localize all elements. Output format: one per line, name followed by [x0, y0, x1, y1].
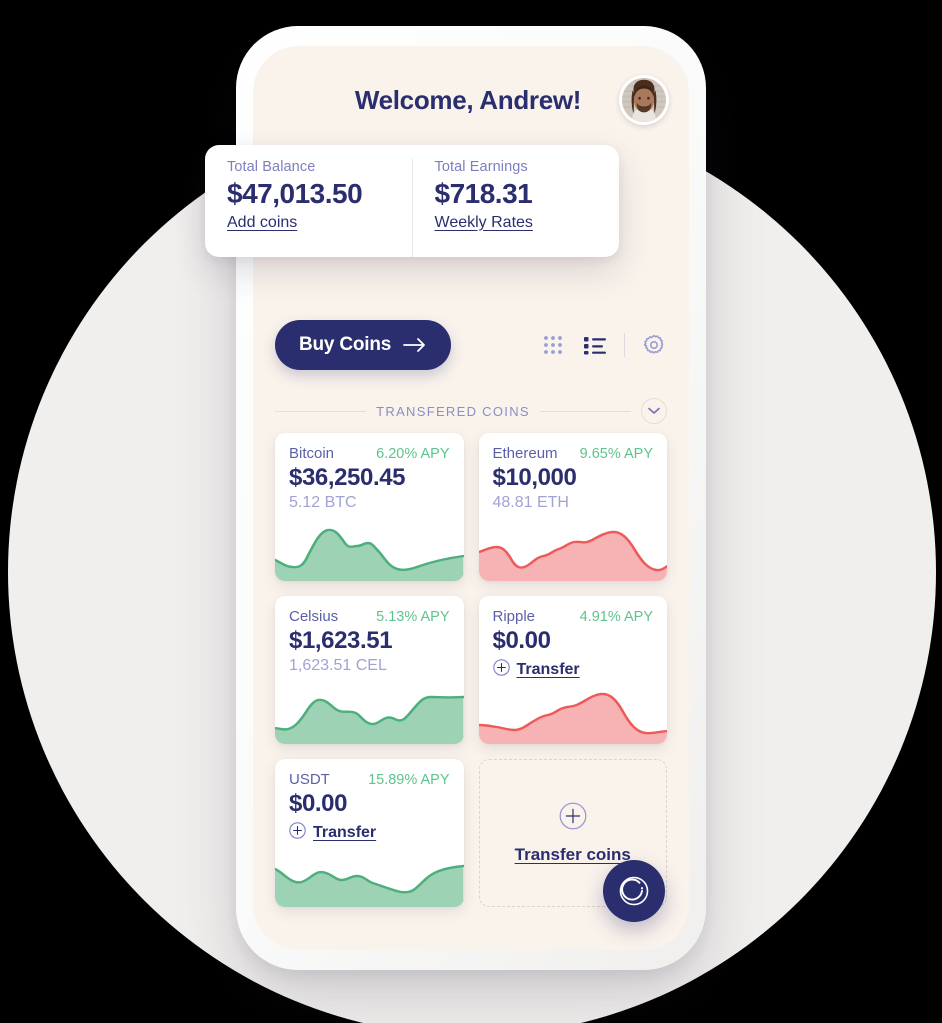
total-balance-column: Total Balance $47,013.50 Add coins: [205, 159, 412, 257]
coin-header: Bitcoin 6.20% APY: [275, 433, 464, 462]
actions-row: Buy Coins: [253, 320, 689, 370]
coin-header: Ripple 4.91% APY: [479, 596, 668, 625]
icon-divider: [624, 333, 625, 357]
coin-apy: 15.89% APY: [368, 772, 450, 788]
grid-view-icon[interactable]: [540, 332, 566, 358]
total-balance-value: $47,013.50: [227, 178, 363, 209]
coin-apy: 5.13% APY: [376, 609, 450, 625]
coin-grid: Bitcoin 6.20% APY $36,250.45 5.12 BTC Et…: [253, 433, 689, 907]
total-earnings-label: Total Earnings: [434, 159, 528, 175]
plus-circle-icon: [289, 822, 306, 844]
coin-amount: $36,250.45: [289, 464, 406, 491]
coin-holdings: 1,623.51 CEL: [289, 657, 387, 674]
page-title: Welcome, Andrew!: [354, 84, 582, 115]
coin-name: Bitcoin: [289, 445, 335, 462]
coin-card-usdt[interactable]: USDT 15.89% APY $0.00 Transfer: [275, 759, 464, 907]
coin-header: Ethereum 9.65% APY: [479, 433, 668, 462]
coin-apy: 9.65% APY: [579, 446, 653, 462]
section-header: TRANSFERED COINS: [253, 398, 689, 424]
coin-apy: 6.20% APY: [376, 446, 450, 462]
transfer-label: Transfer: [516, 661, 580, 678]
coin-amount: $1,623.51: [289, 627, 393, 654]
app-header: Welcome, Andrew!: [253, 46, 689, 154]
celsius-c-logo-icon[interactable]: [603, 860, 665, 922]
coin-card-bitcoin[interactable]: Bitcoin 6.20% APY $36,250.45 5.12 BTC: [275, 433, 464, 581]
sparkline-chart-celsius: [275, 682, 464, 744]
coin-name: Celsius: [289, 608, 339, 625]
buy-coins-label: Buy Coins: [299, 334, 392, 355]
coin-amount: $0.00: [289, 790, 348, 817]
transfer-coins-label: Transfer coins: [514, 844, 631, 864]
coin-card-ethereum[interactable]: Ethereum 9.65% APY $10,000 48.81 ETH: [478, 433, 668, 581]
arrow-right-icon: [403, 337, 427, 353]
total-earnings-column: Total Earnings $718.31 Weekly Rates: [411, 159, 620, 257]
coin-name: Ethereum: [492, 445, 558, 462]
weekly-rates-link[interactable]: Weekly Rates: [435, 214, 533, 232]
transfer-link-usdt[interactable]: Transfer: [275, 818, 464, 844]
total-balance-label: Total Balance: [227, 159, 316, 175]
plus-circle-icon: [492, 659, 510, 681]
transfer-label: Transfer: [313, 824, 377, 841]
divider-left: [275, 410, 367, 412]
screenshot-stage: Welcome, Andrew! Buy Coins TRANSFERED CO…: [0, 0, 942, 1023]
add-coins-link[interactable]: Add coins: [227, 214, 297, 232]
plus-circle-icon: [559, 802, 587, 835]
transfer-link-ripple[interactable]: Transfer: [479, 655, 668, 681]
sparkline-chart-ethereum: [478, 519, 667, 581]
coin-apy: 4.91% APY: [579, 609, 653, 625]
list-view-icon[interactable]: [582, 332, 608, 358]
coin-amount: $10,000: [492, 464, 577, 491]
buy-coins-button[interactable]: Buy Coins: [275, 320, 452, 370]
coin-holdings: 48.81 ETH: [492, 494, 569, 511]
coin-card-celsius[interactable]: Celsius 5.13% APY $1,623.51 1,623.51 CEL: [275, 596, 464, 744]
coin-amount: $0.00: [492, 627, 551, 654]
coin-header: USDT 15.89% APY: [275, 759, 464, 788]
section-title: TRANSFERED COINS: [376, 403, 530, 419]
avatar[interactable]: [619, 75, 669, 125]
coin-name: Ripple: [492, 608, 536, 625]
divider-right: [539, 410, 632, 412]
gear-icon[interactable]: [641, 332, 667, 358]
chevron-down-icon[interactable]: [641, 398, 668, 424]
coin-name: USDT: [289, 771, 330, 788]
sparkline-chart-usdt: [275, 845, 464, 907]
coin-header: Celsius 5.13% APY: [275, 596, 464, 625]
sparkline-chart-bitcoin: [275, 519, 464, 581]
balance-summary-card: Total Balance $47,013.50 Add coins Total…: [205, 145, 619, 257]
view-controls: [540, 332, 667, 358]
total-earnings-value: $718.31: [434, 178, 533, 209]
coin-card-ripple[interactable]: Ripple 4.91% APY $0.00 Transfer: [478, 596, 668, 744]
sparkline-chart-ripple: [478, 682, 667, 744]
coin-holdings: 5.12 BTC: [289, 494, 357, 511]
